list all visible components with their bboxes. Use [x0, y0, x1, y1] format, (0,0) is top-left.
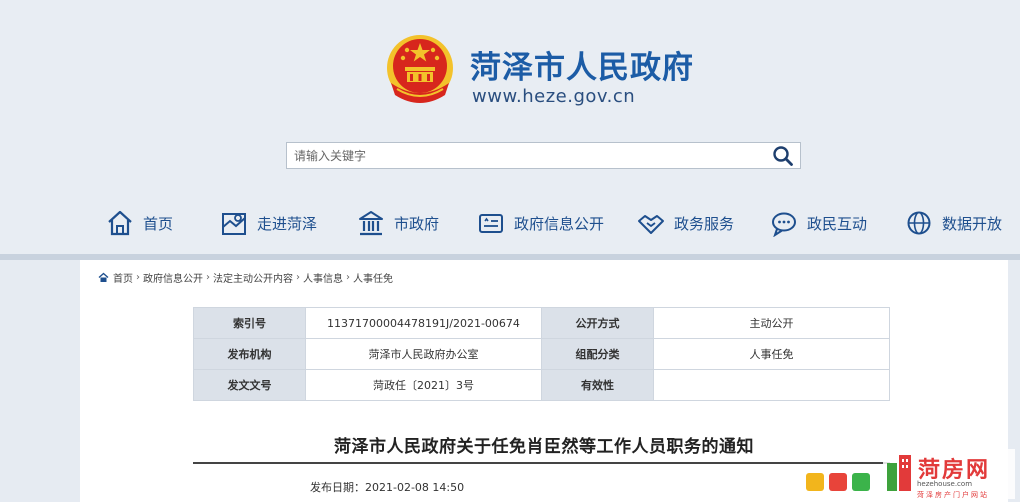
meta-value-category: 人事任免 — [653, 338, 890, 370]
meta-label-category: 组配分类 — [541, 338, 654, 370]
handshake-icon — [638, 215, 664, 234]
search-bar — [286, 142, 801, 169]
qzone-share-icon[interactable] — [806, 473, 824, 491]
article-container: 首页 › 政府信息公开 › 法定主动公开内容 › 人事信息 › 人事任免 索引号… — [80, 260, 1008, 502]
table-row: 发文文号 菏政任〔2021〕3号 有效性 — [193, 369, 890, 401]
site-title: 菏泽市人民政府 — [470, 50, 694, 86]
breadcrumb-link-info-disclosure[interactable]: 政府信息公开 — [143, 270, 203, 285]
chat-icon — [772, 212, 796, 237]
nav-label: 市政府 — [394, 214, 440, 233]
nav-item-gov-services[interactable]: 政务服务 — [637, 205, 734, 241]
title-divider — [193, 462, 890, 464]
meta-value-issuing-agency: 菏泽市人民政府办公室 — [305, 338, 542, 370]
home-icon — [108, 210, 132, 236]
home-icon — [98, 272, 109, 282]
nav-item-city-government[interactable]: 市政府 — [357, 205, 439, 241]
meta-label-disclosure-method: 公开方式 — [541, 307, 654, 339]
document-title: 菏泽市人民政府关于任免肖臣然等工作人员职务的通知 — [334, 437, 754, 457]
breadcrumb-separator: › — [346, 272, 350, 283]
nav-item-home[interactable]: 首页 — [106, 205, 173, 241]
nav-label: 政务服务 — [674, 214, 735, 233]
breadcrumb-separator: › — [136, 272, 140, 283]
search-icon[interactable] — [772, 145, 794, 167]
wechat-share-icon[interactable] — [852, 473, 870, 491]
breadcrumb-separator: › — [206, 272, 210, 283]
site-header: 菏泽市人民政府 www.heze.gov.cn 首页 走进菏泽 市政府 政府信息… — [0, 0, 1020, 258]
nav-item-open-data[interactable]: 数据开放 — [905, 205, 1002, 241]
nav-label: 首页 — [143, 214, 174, 233]
meta-label-issuing-agency: 发布机构 — [193, 338, 306, 370]
meta-value-document-number: 菏政任〔2021〕3号 — [305, 369, 542, 401]
nav-item-gov-info-disclosure[interactable]: 政府信息公开 — [477, 205, 604, 241]
map-icon — [222, 213, 246, 235]
nav-label: 数据开放 — [942, 214, 1003, 233]
meta-value-disclosure-method: 主动公开 — [653, 307, 890, 339]
nav-label: 走进菏泽 — [257, 214, 318, 233]
main-nav: 首页 走进菏泽 市政府 政府信息公开 政务服务 政民互动 数据开放 — [0, 205, 1020, 241]
breadcrumb-link-personnel-info[interactable]: 人事信息 — [303, 270, 343, 285]
nav-label: 政民互动 — [807, 214, 868, 233]
info-card-icon — [479, 214, 503, 233]
weibo-share-icon[interactable] — [829, 473, 847, 491]
breadcrumb: 首页 › 政府信息公开 › 法定主动公开内容 › 人事信息 › 人事任免 — [98, 270, 393, 285]
publish-date: 发布日期：2021-02-08 14:50 — [310, 481, 465, 494]
nav-item-public-interaction[interactable]: 政民互动 — [770, 205, 867, 241]
meta-label-validity: 有效性 — [541, 369, 654, 401]
globe-icon — [907, 211, 931, 235]
meta-value-index-number: 11371700004478191J/2021-00674 — [305, 307, 542, 339]
document-metadata-table: 索引号 11371700004478191J/2021-00674 公开方式 主… — [193, 307, 890, 401]
nav-label: 政府信息公开 — [514, 214, 605, 233]
meta-label-document-number: 发文文号 — [193, 369, 306, 401]
site-url[interactable]: www.heze.gov.cn — [472, 86, 635, 107]
national-emblem-icon — [387, 35, 453, 103]
breadcrumb-link-statutory-content[interactable]: 法定主动公开内容 — [213, 270, 293, 285]
watermark-slogan: 菏泽房产门户网站 — [917, 491, 989, 499]
meta-value-validity — [653, 369, 890, 401]
nav-item-about-heze[interactable]: 走进菏泽 — [220, 205, 317, 241]
building-icon — [359, 211, 383, 236]
breadcrumb-separator: › — [296, 272, 300, 283]
table-row: 索引号 11371700004478191J/2021-00674 公开方式 主… — [193, 307, 890, 339]
share-buttons — [806, 473, 870, 491]
breadcrumb-link-home[interactable]: 首页 — [113, 270, 133, 285]
table-row: 发布机构 菏泽市人民政府办公室 组配分类 人事任免 — [193, 338, 890, 370]
search-input[interactable] — [287, 143, 767, 168]
breadcrumb-link-appointments[interactable]: 人事任免 — [353, 270, 393, 285]
meta-label-index-number: 索引号 — [193, 307, 306, 339]
watermark-domain: hezehouse.com — [917, 480, 973, 488]
